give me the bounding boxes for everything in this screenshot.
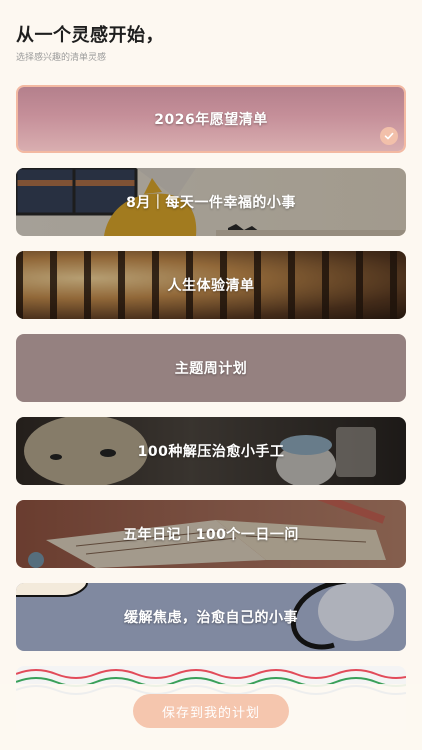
- page-subtitle: 选择感兴趣的清单灵感: [16, 53, 107, 63]
- card-label: 100种解压治愈小手工: [137, 444, 285, 460]
- inspiration-list: 2026年愿望清单 8月｜每天一件幸福的小事 人生体验清单 主题周计划 100种…: [16, 85, 406, 749]
- card-label: 主题周计划: [174, 361, 248, 377]
- footer-bar: 保存到我的计划: [0, 684, 422, 750]
- page-header: 从一个灵感开始， 选择感兴趣的清单灵感: [16, 24, 406, 64]
- save-to-plan-button[interactable]: 保存到我的计划: [133, 694, 289, 728]
- card-label: 缓解焦虑，治愈自己的小事: [124, 610, 298, 626]
- inspiration-card-life-experience[interactable]: 人生体验清单: [16, 251, 406, 319]
- check-icon: [380, 127, 398, 145]
- inspiration-card-wishlist-2026[interactable]: 2026年愿望清单: [16, 85, 406, 153]
- card-label: 2026年愿望清单: [154, 112, 268, 128]
- card-label: 人生体验清单: [167, 278, 255, 294]
- inspiration-card-handcraft[interactable]: 100种解压治愈小手工: [16, 417, 406, 485]
- inspiration-card-ease-anxiety[interactable]: 缓解焦虑，治愈自己的小事: [16, 583, 406, 651]
- card-label: 五年日记｜100个一日一问: [123, 527, 299, 543]
- page-title: 从一个灵感开始，: [16, 25, 164, 46]
- card-label: 8月｜每天一件幸福的小事: [126, 195, 296, 211]
- inspiration-card-august-happy-things[interactable]: 8月｜每天一件幸福的小事: [16, 168, 406, 236]
- inspiration-card-theme-week[interactable]: 主题周计划: [16, 334, 406, 402]
- inspiration-card-five-year-diary[interactable]: 五年日记｜100个一日一问: [16, 500, 406, 568]
